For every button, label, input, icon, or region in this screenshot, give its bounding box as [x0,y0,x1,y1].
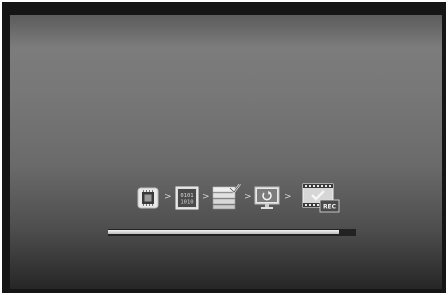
binary-data-icon: 0101 1010 [175,186,199,210]
monitor-refresh-icon [254,186,280,210]
progress-bar [108,229,356,236]
film-record-icon: REC [302,183,340,213]
window-frame [2,2,446,293]
splash-screen [10,15,442,289]
binary-bottom-text: 1010 [180,200,193,206]
stacked-layers-check-icon [212,183,242,210]
progress-fill [108,230,339,234]
binary-top-text: 0101 [180,193,193,199]
chip-icon [137,187,159,209]
rec-badge: REC [323,204,337,211]
